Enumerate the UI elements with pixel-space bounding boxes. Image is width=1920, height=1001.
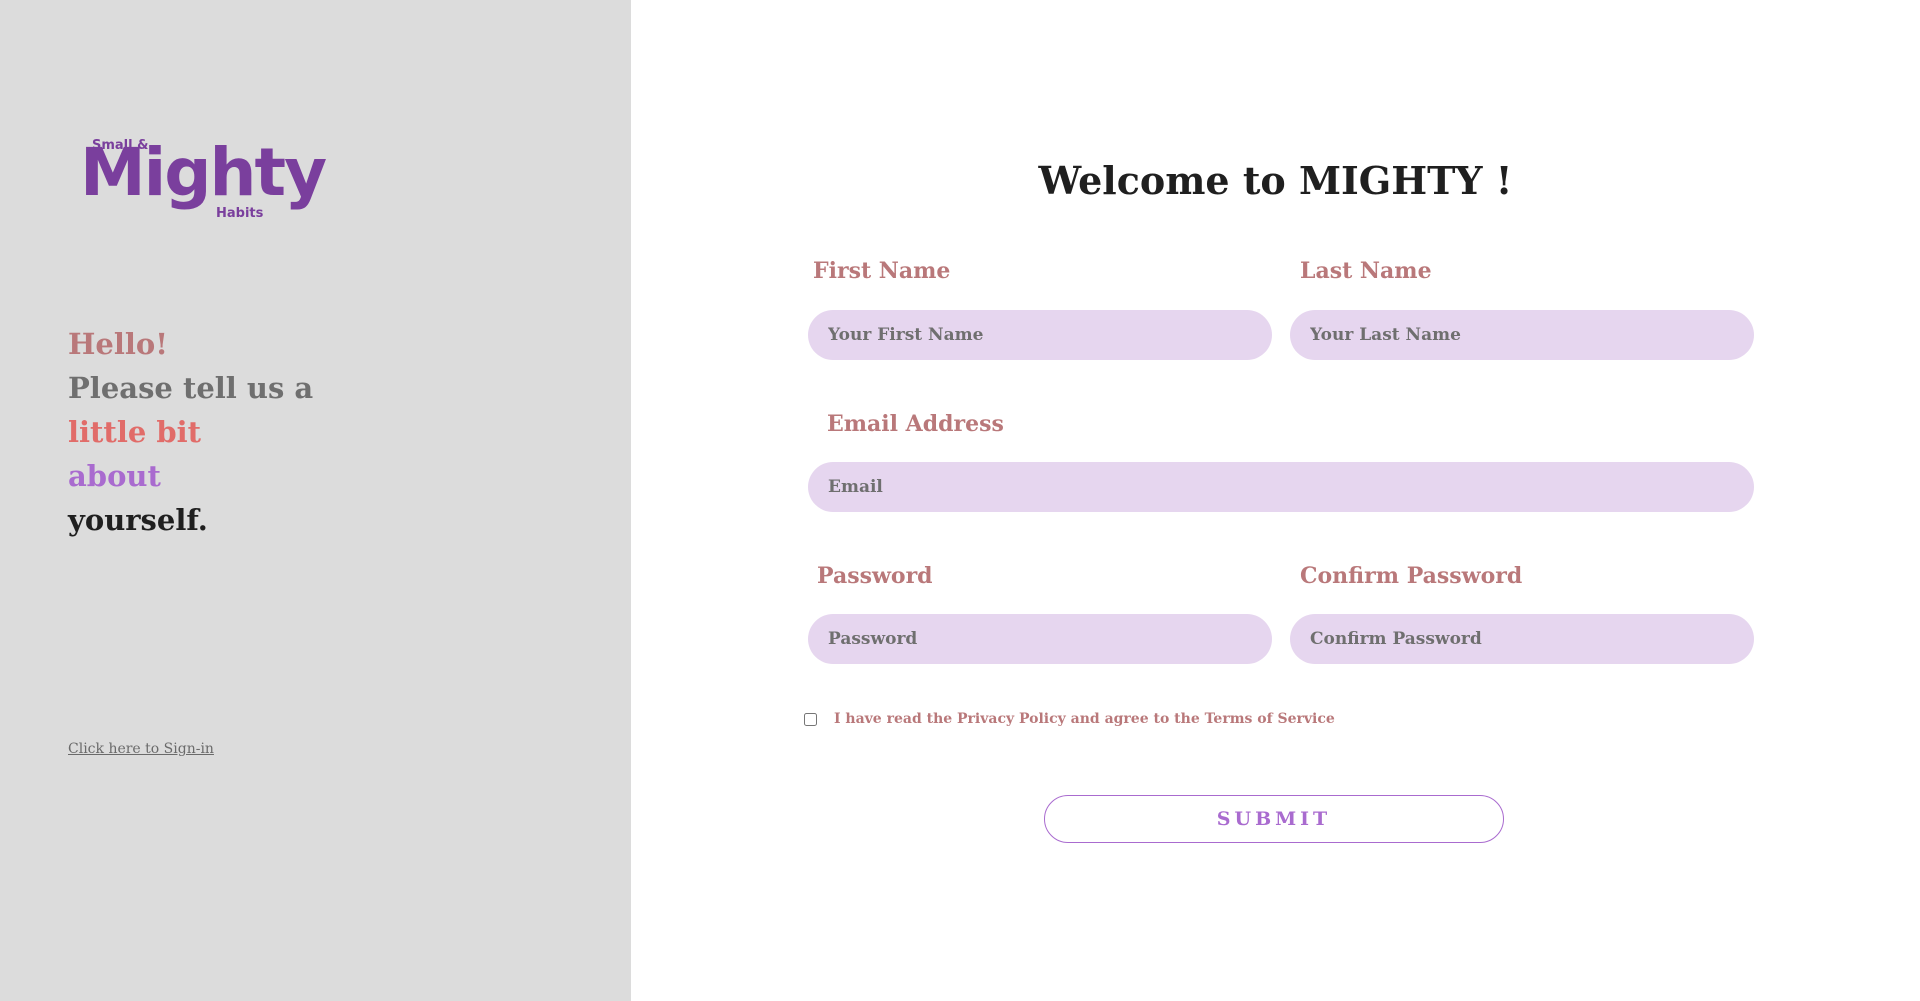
intro-panel: Small & Mighty Habits Hello! Please tell…: [0, 0, 631, 1001]
confirm-password-label: Confirm Password: [1300, 563, 1523, 589]
intro-line-about: about: [68, 459, 161, 493]
signin-link[interactable]: Click here to Sign-in: [68, 741, 214, 757]
password-input[interactable]: [808, 614, 1272, 664]
submit-button[interactable]: SUBMIT: [1044, 795, 1504, 843]
intro-line-hello: Hello!: [68, 327, 168, 361]
first-name-input[interactable]: [808, 310, 1272, 360]
page-title: Welcome to MIGHTY !: [1038, 158, 1513, 203]
agreement-text: I have read the Privacy Policy and agree…: [834, 711, 1335, 727]
confirm-password-input[interactable]: [1290, 614, 1754, 664]
intro-line-yourself: yourself.: [68, 503, 208, 537]
intro-message: Hello! Please tell us a little bit about…: [68, 322, 313, 542]
agreement-checkbox[interactable]: [804, 712, 817, 726]
last-name-label: Last Name: [1300, 258, 1432, 284]
mighty-logo: Small & Mighty Habits: [80, 136, 327, 226]
first-name-label: First Name: [813, 258, 951, 284]
email-label: Email Address: [827, 411, 1004, 437]
logo-sub-text: Habits: [216, 206, 264, 221]
password-label: Password: [817, 563, 933, 589]
agreement-row: I have read the Privacy Policy and agree…: [804, 711, 1335, 727]
email-input[interactable]: [808, 462, 1754, 512]
logo-main-text: Mighty: [80, 134, 327, 211]
last-name-input[interactable]: [1290, 310, 1754, 360]
intro-line-please: Please tell us a: [68, 371, 314, 405]
intro-line-little: little bit: [68, 415, 202, 449]
signup-page: Small & Mighty Habits Hello! Please tell…: [0, 0, 1920, 1001]
